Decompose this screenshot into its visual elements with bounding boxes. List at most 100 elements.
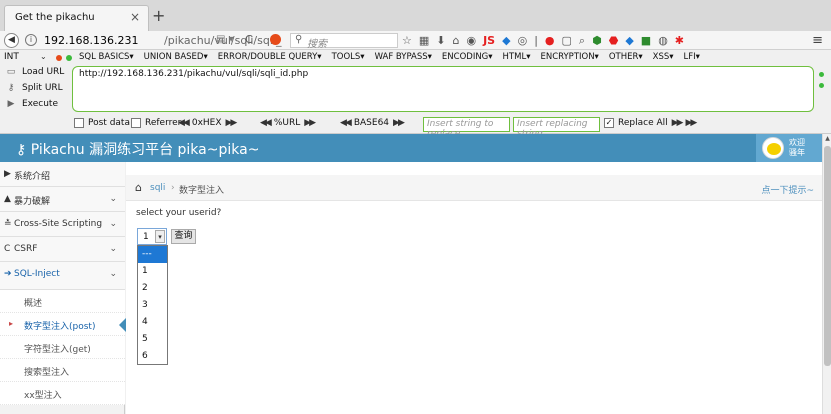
sidebar-subitem-numeric-post[interactable]: ▸ 数字型注入(post) bbox=[0, 313, 127, 336]
split-url-button[interactable]: ⚷ Split URL bbox=[6, 83, 63, 93]
user-menu[interactable]: 欢迎 骚年 bbox=[756, 134, 822, 162]
sidebar-item-xss[interactable]: ≛ Cross-Site Scripting ⌄ bbox=[0, 212, 125, 237]
arrow-right-icon[interactable]: ▶▶ bbox=[685, 118, 697, 128]
abp-icon[interactable]: ⬣ bbox=[609, 34, 619, 47]
home-icon[interactable]: ⌂ bbox=[453, 34, 460, 47]
dropdown-option[interactable]: 1 bbox=[138, 263, 167, 280]
addon-icon[interactable]: ◎ bbox=[518, 34, 528, 47]
base64-label: BASE64 bbox=[353, 118, 390, 128]
scroll-thumb[interactable] bbox=[824, 146, 831, 366]
dropdown-option[interactable]: 5 bbox=[138, 331, 167, 348]
cookie-icon[interactable] bbox=[270, 34, 281, 45]
addon-icon[interactable]: | bbox=[534, 34, 538, 47]
arrow-right-icon[interactable]: ▶▶ bbox=[226, 118, 238, 128]
sidebar-subitem-xx[interactable]: xx型注入 bbox=[0, 382, 125, 405]
addon-icon[interactable]: ◆ bbox=[502, 34, 510, 47]
post-data-checkbox[interactable] bbox=[74, 118, 84, 128]
sidebar-subitem-search[interactable]: 搜索型注入 bbox=[0, 359, 125, 382]
chevron-down-icon[interactable]: ▾ bbox=[155, 230, 165, 243]
home-icon[interactable]: ⌂ bbox=[135, 181, 142, 194]
referrer-checkbox[interactable] bbox=[131, 118, 141, 128]
arrow-left-icon[interactable]: ◀◀ bbox=[340, 118, 352, 128]
dropdown-option[interactable]: 4 bbox=[138, 314, 167, 331]
url-host[interactable]: 192.168.136.231 bbox=[44, 34, 138, 47]
userid-dropdown-list: --- 1 2 3 4 5 6 bbox=[137, 245, 168, 365]
menu-union-based[interactable]: UNION BASED▾ bbox=[144, 52, 208, 62]
chevron-down-icon: ⌄ bbox=[109, 244, 117, 254]
dropdown-option[interactable]: 2 bbox=[138, 280, 167, 297]
replace-all-checkbox[interactable]: ✓ bbox=[604, 118, 614, 128]
download-icon[interactable]: ⬇ bbox=[436, 34, 445, 47]
arrow-left-icon[interactable]: ◀◀ bbox=[178, 118, 190, 128]
arrow-right-icon[interactable]: ▶▶ bbox=[393, 118, 405, 128]
menu-encoding[interactable]: ENCODING▾ bbox=[442, 52, 493, 62]
addon-icon[interactable]: ◍ bbox=[658, 34, 668, 47]
addon-icon[interactable]: ▢ bbox=[562, 34, 572, 47]
replace-all-toggle[interactable]: ✓ Replace All ▶▶ ▶▶ bbox=[604, 118, 697, 128]
replacing-string-input[interactable]: Insert replacing string bbox=[513, 117, 600, 139]
new-tab-button[interactable]: + bbox=[152, 6, 165, 25]
post-data-toggle[interactable]: Post data bbox=[74, 118, 130, 128]
menu-xss[interactable]: XSS▾ bbox=[653, 52, 674, 62]
hamburger-menu-icon[interactable]: ≡ bbox=[812, 33, 823, 48]
site-title[interactable]: ⚷ Pikachu 漏洞练习平台 pika~pika~ bbox=[16, 139, 259, 159]
zoom-icon[interactable]: ⌕ bbox=[579, 34, 585, 48]
dropdown-option[interactable]: 6 bbox=[138, 348, 167, 365]
sidebar-item-csrf[interactable]: C CSRF ⌄ bbox=[0, 237, 125, 262]
menu-encryption[interactable]: ENCRYPTION▾ bbox=[540, 52, 598, 62]
breadcrumb-sqli-link[interactable]: sqli bbox=[150, 183, 165, 193]
arrow-left-icon[interactable]: ◀◀ bbox=[260, 118, 272, 128]
menu-sql-basics[interactable]: SQL BASICS▾ bbox=[79, 52, 134, 62]
js-icon[interactable]: JS bbox=[483, 34, 495, 47]
arrow-right-icon[interactable]: ▶▶ bbox=[304, 118, 316, 128]
search-input[interactable]: ⚲ 搜索 bbox=[290, 33, 398, 50]
menu-html[interactable]: HTML▾ bbox=[503, 52, 531, 62]
referrer-toggle[interactable]: Referrer bbox=[131, 118, 181, 128]
sidebar-item-sqli[interactable]: ➔ SQL-Inject ⌄ bbox=[0, 262, 125, 290]
addon-icon[interactable]: ◆ bbox=[625, 34, 633, 47]
info-icon[interactable]: i bbox=[25, 34, 37, 46]
base64-encoder[interactable]: ◀◀ BASE64 ▶▶ bbox=[340, 118, 405, 128]
execute-button[interactable]: ▶ Execute bbox=[6, 99, 58, 109]
shield-icon[interactable]: ⬢ bbox=[592, 34, 602, 47]
menu-error-double-query[interactable]: ERROR/DOUBLE QUERY▾ bbox=[218, 52, 322, 62]
back-arrow-icon[interactable]: ◀ bbox=[4, 33, 19, 48]
url-encoder[interactable]: ◀◀ %URL ▶▶ bbox=[260, 118, 316, 128]
userid-prompt: select your userid? bbox=[136, 208, 222, 218]
sidebar-subitem-string-get[interactable]: 字符型注入(get) bbox=[0, 336, 125, 359]
menu-other[interactable]: OTHER▾ bbox=[609, 52, 643, 62]
close-tab-icon[interactable]: × bbox=[130, 10, 140, 24]
addon-icon[interactable]: ■ bbox=[641, 34, 651, 47]
reader-mode-icon[interactable]: ▤ ▾ bbox=[216, 34, 234, 45]
status-dot-icon bbox=[819, 83, 824, 88]
dropdown-option[interactable]: 3 bbox=[138, 297, 167, 314]
url-textarea[interactable]: http://192.168.136.231/pikachu/vul/sqli/… bbox=[72, 66, 814, 112]
sidebar-item-intro[interactable]: ▶ 系统介绍 bbox=[0, 162, 125, 187]
addon-icon[interactable]: ✱ bbox=[675, 34, 684, 47]
hex-encoder[interactable]: ◀◀ 0xHEX ▶▶ bbox=[178, 118, 238, 128]
dropdown-option[interactable]: --- bbox=[138, 246, 167, 263]
addon-icon[interactable]: ● bbox=[545, 34, 555, 47]
arrow-right-icon[interactable]: ▶▶ bbox=[672, 118, 684, 128]
query-button[interactable]: 查询 bbox=[171, 229, 196, 244]
browser-tab[interactable]: Get the pikachu × bbox=[4, 5, 149, 31]
execute-icon: ▶ bbox=[7, 99, 15, 109]
scroll-up-icon[interactable]: ▲ bbox=[823, 134, 831, 143]
load-url-button[interactable]: ▭ Load URL bbox=[6, 67, 65, 77]
scrollbar[interactable]: ▲ bbox=[822, 134, 831, 414]
star-icon[interactable]: ☆ bbox=[402, 34, 412, 47]
reader-icon[interactable]: ▦ bbox=[419, 34, 429, 47]
int-select[interactable]: INT bbox=[4, 52, 19, 62]
sidebar-subitem-overview[interactable]: 概述 bbox=[0, 290, 125, 313]
select-value: 1 bbox=[143, 232, 149, 242]
sidebar-item-brute-force[interactable]: ▲ 暴力破解 ⌄ bbox=[0, 187, 125, 212]
reload-icon[interactable]: C bbox=[245, 33, 253, 46]
menu-tools[interactable]: TOOLS▾ bbox=[332, 52, 365, 62]
chevron-down-icon[interactable]: ⌄ bbox=[40, 52, 47, 61]
addon-icon[interactable]: ◉ bbox=[466, 34, 476, 47]
hint-link[interactable]: 点一下提示~ bbox=[761, 183, 814, 196]
menu-lfi[interactable]: LFI▾ bbox=[684, 52, 700, 62]
replace-string-input[interactable]: Insert string to replace bbox=[423, 117, 510, 139]
userid-select[interactable]: 1 ▾ bbox=[137, 228, 167, 245]
menu-waf-bypass[interactable]: WAF BYPASS▾ bbox=[375, 52, 432, 62]
